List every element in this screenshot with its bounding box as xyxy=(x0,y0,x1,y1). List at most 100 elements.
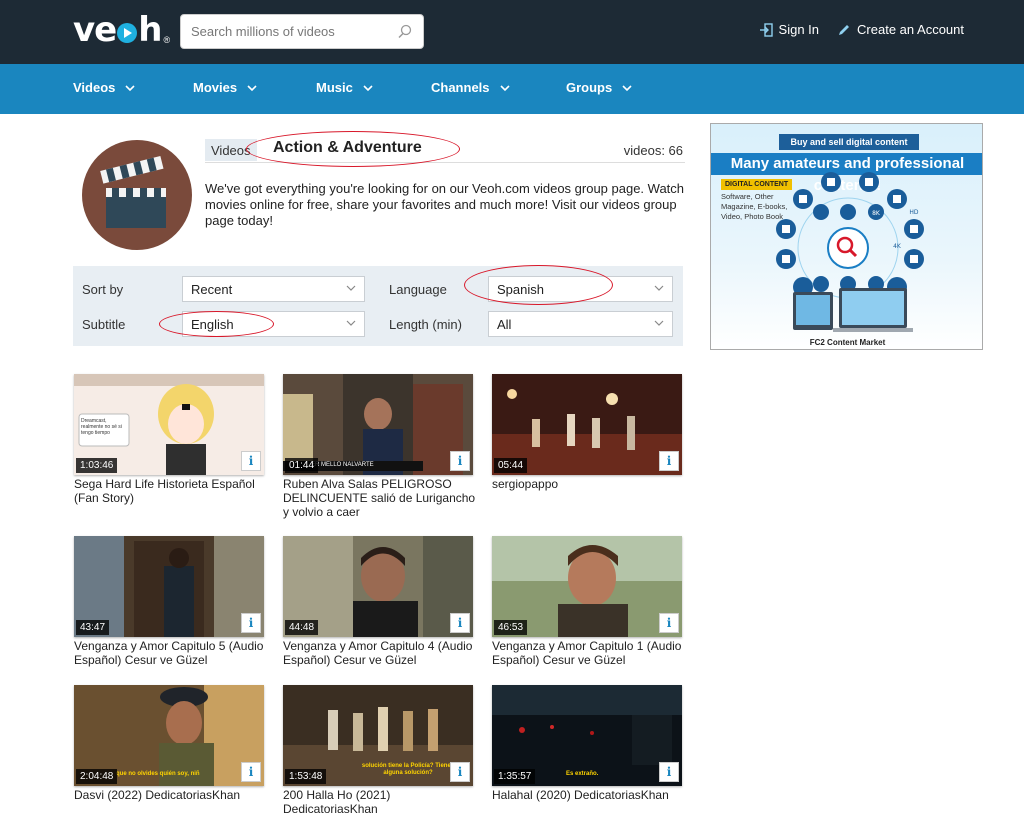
chevron-down-icon xyxy=(125,84,135,91)
subtitle-select[interactable]: English xyxy=(182,311,365,337)
nav-label: Movies xyxy=(193,80,238,95)
duration-badge: 2:04:48 xyxy=(76,769,118,784)
thumbnail-caption: Dreamcast, realmente no sé si tengo tiem… xyxy=(81,418,122,436)
info-button[interactable]: i xyxy=(659,762,679,782)
thumbnail-caption: Es extraño. xyxy=(566,771,599,777)
video-thumbnail[interactable]: 05:44 i xyxy=(492,374,682,475)
chevron-down-icon xyxy=(363,84,373,91)
duration-badge: 1:03:46 xyxy=(76,458,118,473)
group-title: Action & Adventure xyxy=(273,139,422,156)
logo-registered-mark: ® xyxy=(163,35,171,45)
nav-music[interactable]: Music xyxy=(316,80,373,95)
sign-in-label: Sign In xyxy=(778,22,820,37)
info-button[interactable]: i xyxy=(450,451,470,471)
info-button[interactable]: i xyxy=(450,762,470,782)
video-title[interactable]: Venganza y Amor Capitulo 5 (Audio Españo… xyxy=(74,639,269,667)
nav-label: Music xyxy=(316,80,353,95)
nav-groups[interactable]: Groups xyxy=(566,80,632,95)
info-button[interactable]: i xyxy=(241,762,261,782)
sort-label: Sort by xyxy=(82,282,124,297)
video-title[interactable]: Dasvi (2022) DedicatoriasKhan xyxy=(74,788,269,802)
pencil-icon xyxy=(839,24,850,35)
language-value: Spanish xyxy=(497,282,544,297)
clapperboard-icon xyxy=(82,140,192,250)
group-tab-row: Videos Action & Adventure videos: 66 xyxy=(205,137,685,163)
account-links: Sign In Create an Account xyxy=(759,22,964,37)
advertisement-banner[interactable]: Buy and sell digital content Many amateu… xyxy=(710,123,983,350)
duration-badge: 46:53 xyxy=(494,620,528,635)
length-select[interactable]: All xyxy=(488,311,673,337)
filter-panel: Sort by Recent Language Spanish Subtitle… xyxy=(73,266,683,346)
length-value: All xyxy=(497,317,512,332)
info-button[interactable]: i xyxy=(241,451,261,471)
search-icon[interactable] xyxy=(397,24,413,40)
video-title[interactable]: Halahal (2020) DedicatoriasKhan xyxy=(492,788,687,802)
video-title[interactable]: Sega Hard Life Historieta Español (Fan S… xyxy=(74,477,269,505)
duration-badge: 05:44 xyxy=(494,458,528,473)
main-nav: Videos Movies Music Channels Groups xyxy=(0,64,1024,114)
video-thumbnail[interactable]: 46:53 i xyxy=(492,536,682,637)
duration-badge: 1:53:48 xyxy=(285,769,327,784)
subtitle-value: English xyxy=(191,317,234,332)
duration-badge: 44:48 xyxy=(285,620,319,635)
nav-label: Groups xyxy=(566,80,613,95)
veoh-logo[interactable]: ve h ® xyxy=(73,10,170,50)
ad-illustration: 8K 4K HD xyxy=(776,172,924,332)
chevron-down-icon xyxy=(499,84,510,91)
nav-movies[interactable]: Movies xyxy=(193,80,257,95)
ad-icon-label: 8K xyxy=(872,210,881,217)
nav-label: Videos xyxy=(73,80,116,95)
chevron-down-icon xyxy=(622,84,632,91)
sign-in-icon xyxy=(759,22,773,37)
search-box xyxy=(180,14,424,49)
video-thumbnail[interactable]: Dreamcast, realmente no sé si tengo tiem… xyxy=(74,374,264,475)
video-thumbnail[interactable]: 43:47 i xyxy=(74,536,264,637)
chevron-down-icon xyxy=(654,285,664,291)
top-bar: veh ® Sign In Create an Account xyxy=(0,0,1024,64)
video-title[interactable]: Venganza y Amor Capitulo 4 (Audio Españo… xyxy=(283,639,478,667)
info-button[interactable]: i xyxy=(659,613,679,633)
sort-value: Recent xyxy=(191,282,233,297)
chevron-down-icon xyxy=(346,285,356,291)
logo-text: ve h xyxy=(73,10,162,50)
video-count: videos: 66 xyxy=(623,143,683,158)
create-account-label: Create an Account xyxy=(857,22,964,37)
video-thumbnail[interactable]: ER MELLO NALVARTE 01:44 i xyxy=(283,374,473,475)
sign-in-link[interactable]: Sign In xyxy=(759,22,819,37)
video-title[interactable]: 200 Halla Ho (2021) DedicatoriasKhan xyxy=(283,788,478,816)
info-button[interactable]: i xyxy=(659,451,679,471)
create-account-link[interactable]: Create an Account xyxy=(837,22,964,37)
chevron-down-icon xyxy=(654,320,664,326)
video-thumbnail[interactable]: 44:48 i xyxy=(283,536,473,637)
sort-select[interactable]: Recent xyxy=(182,276,365,302)
group-description: We've got everything you're looking for … xyxy=(205,181,685,228)
info-button[interactable]: i xyxy=(241,613,261,633)
nav-label: Channels xyxy=(431,80,490,95)
thumbnail-caption: ER MELLO NALVARTE xyxy=(311,462,374,468)
video-title[interactable]: Ruben Alva Salas PELIGROSO DELINCUENTE s… xyxy=(283,477,478,519)
chevron-down-icon xyxy=(346,320,356,326)
nav-videos[interactable]: Videos xyxy=(73,80,135,95)
length-label: Length (min) xyxy=(389,317,462,332)
chevron-down-icon xyxy=(247,84,257,91)
ad-icon-label: 4K xyxy=(893,243,902,250)
logo-play-icon xyxy=(117,23,138,43)
subtitle-label: Subtitle xyxy=(82,317,126,332)
duration-badge: 01:44 xyxy=(285,458,319,473)
ad-footer: FC2 Content Market xyxy=(809,338,886,347)
video-thumbnail[interactable]: solución tiene la Policía? Tienes alguna… xyxy=(283,685,473,786)
language-select[interactable]: Spanish xyxy=(488,276,673,302)
tab-videos[interactable]: Videos xyxy=(205,139,257,161)
video-title[interactable]: Venganza y Amor Capitulo 1 (Audio Españo… xyxy=(492,639,687,667)
duration-badge: 43:47 xyxy=(76,620,110,635)
search-input[interactable] xyxy=(181,15,381,48)
language-label: Language xyxy=(389,282,447,297)
video-thumbnail[interactable]: Es extraño. 1:35:57 i xyxy=(492,685,682,786)
info-button[interactable]: i xyxy=(450,613,470,633)
thumbnail-caption: solución tiene la Policía? Tienes alguna… xyxy=(361,763,455,776)
video-thumbnail[interactable]: que no olvides quién soy, niñ 2:04:48 i xyxy=(74,685,264,786)
video-title[interactable]: sergiopappo xyxy=(492,477,687,491)
duration-badge: 1:35:57 xyxy=(494,769,536,784)
thumbnail-caption: que no olvides quién soy, niñ xyxy=(116,771,200,777)
nav-channels[interactable]: Channels xyxy=(431,80,510,95)
